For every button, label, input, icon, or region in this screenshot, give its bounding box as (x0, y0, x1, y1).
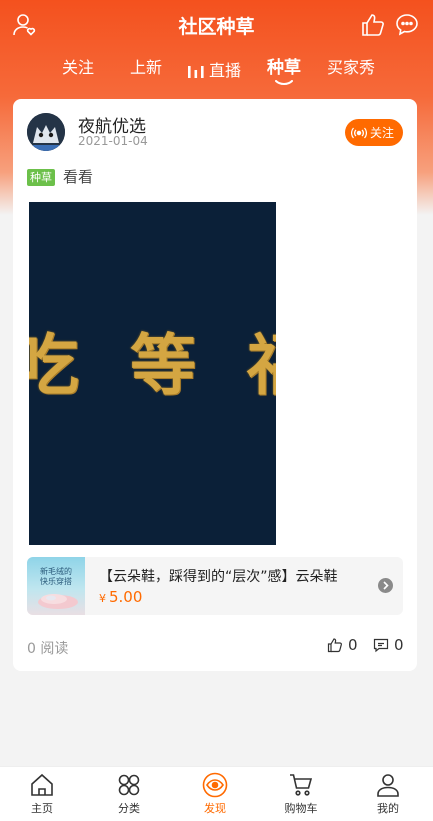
nav-label: 分类 (118, 802, 140, 815)
tab-new[interactable]: 上新 (130, 56, 162, 86)
nav-profile[interactable]: 我的 (358, 772, 418, 816)
active-tab-indicator (275, 80, 293, 85)
like-count: 0 (348, 636, 358, 654)
nav-label: 发现 (204, 802, 226, 815)
top-bar: 社区种草 (0, 0, 433, 52)
product-title: 【云朵鞋，踩得到的“层次”感】云朵鞋 (99, 569, 338, 585)
tab-label: 种草 (267, 58, 301, 78)
category-tag: 种草 (27, 169, 55, 186)
nav-discover[interactable]: 发现 (185, 772, 245, 816)
follow-label: 关注 (369, 126, 394, 140)
tab-buyer-show[interactable]: 买家秀 (327, 56, 375, 86)
post-date: 2021-01-04 (78, 134, 148, 148)
avatar[interactable] (27, 113, 65, 151)
nav-label: 我的 (377, 802, 399, 815)
bottom-nav: 主页 分类 发现 购物车 我的 (0, 766, 433, 821)
chevron-right-icon[interactable] (378, 578, 393, 593)
product-price: ¥5.00 (99, 588, 142, 606)
tab-recommend[interactable]: 种草 (267, 56, 301, 86)
read-count: 0 阅读 (27, 641, 69, 657)
eye-icon (202, 772, 228, 798)
live-bars-icon (188, 66, 204, 78)
thumb-caption-1: 新毛绒的 (40, 566, 72, 576)
nav-cart[interactable]: 购物车 (271, 772, 331, 816)
like-stat[interactable]: 0 (327, 636, 358, 654)
cart-icon (290, 774, 313, 796)
post-text: 看看 (63, 168, 94, 186)
nav-category[interactable]: 分类 (99, 772, 159, 816)
linked-product[interactable]: 新毛绒的 快乐穿搭 【云朵鞋，踩得到的“层次”感】云朵鞋 ¥5.00 (27, 557, 403, 615)
nav-label: 主页 (31, 802, 53, 815)
post-card[interactable]: 夜航优选 2021-01-04 关注 种草 看看 吃 等 福 新毛绒的 快乐穿搭… (13, 99, 417, 671)
broadcast-icon (351, 127, 367, 138)
thumb-caption-2: 快乐穿搭 (40, 576, 72, 586)
tab-label: 买家秀 (327, 58, 376, 77)
tab-label: 直播 (209, 61, 242, 80)
nav-label: 购物车 (284, 802, 318, 815)
tab-follow[interactable]: 关注 (62, 56, 94, 86)
comment-icon (373, 638, 389, 653)
message-icon[interactable] (394, 12, 420, 38)
price-value: 5.00 (109, 588, 143, 606)
home-icon (31, 773, 53, 796)
thumbs-up-icon[interactable] (360, 12, 386, 38)
follow-button[interactable]: 关注 (344, 119, 403, 146)
category-tabs: 关注 上新 直播 种草 买家秀 (0, 56, 433, 90)
product-thumbnail: 新毛绒的 快乐穿搭 (27, 557, 85, 615)
price-currency: ¥ (99, 592, 106, 605)
comment-stat[interactable]: 0 (373, 636, 404, 654)
tab-label: 上新 (130, 58, 163, 77)
nav-home[interactable]: 主页 (12, 772, 72, 816)
comment-count: 0 (394, 636, 404, 654)
category-icon (118, 774, 140, 796)
user-icon (377, 774, 399, 797)
post-video[interactable]: 吃 等 福 (29, 202, 276, 545)
tab-label: 关注 (62, 58, 95, 77)
thumbs-up-icon (327, 638, 342, 653)
video-caption: 吃 等 福 (29, 326, 276, 404)
tab-live[interactable]: 直播 (187, 56, 241, 86)
